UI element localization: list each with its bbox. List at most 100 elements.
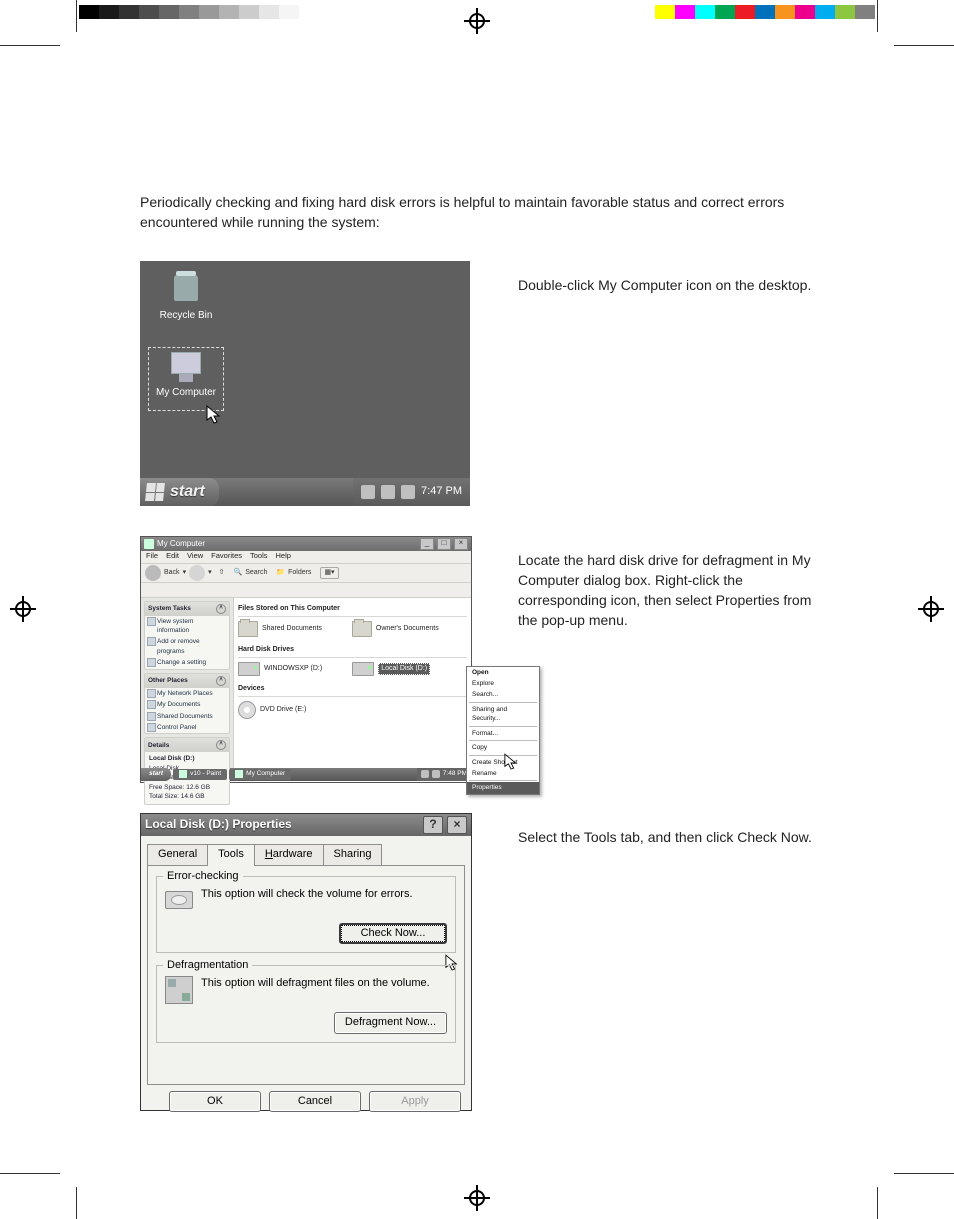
- crop-rule: [894, 1173, 954, 1174]
- my-computer-icon[interactable]: My Computer: [146, 352, 226, 401]
- windows-flag-icon: [145, 483, 165, 501]
- recycle-bin-icon[interactable]: Recycle Bin: [146, 275, 226, 324]
- forward-button[interactable]: [189, 565, 205, 581]
- clock: 7:48 PM: [443, 769, 467, 778]
- tab-tools[interactable]: Tools: [207, 844, 255, 865]
- menu-item-properties[interactable]: Properties: [467, 782, 539, 793]
- registration-mark-top: [468, 12, 486, 30]
- dialog-title: Local Disk (D:) Properties: [145, 816, 419, 833]
- apply-button[interactable]: Apply: [369, 1091, 461, 1113]
- step3-text: Select the Tools tab, and then click Che…: [518, 827, 824, 847]
- details-title: Local Disk (D:): [149, 754, 225, 763]
- tab-hardware[interactable]: Hardware: [254, 844, 324, 865]
- address-bar[interactable]: [141, 583, 471, 598]
- menu-tools[interactable]: Tools: [250, 551, 268, 562]
- taskbar-clock: 7:47 PM: [421, 484, 462, 500]
- dialog-buttons: OK Cancel Apply: [141, 1091, 471, 1121]
- sidebar-item[interactable]: Change a setting: [145, 657, 229, 668]
- menu-item-shortcut[interactable]: Create Shortcut: [467, 757, 539, 768]
- start-button[interactable]: start: [141, 768, 171, 781]
- menu-item-search[interactable]: Search...: [467, 689, 539, 700]
- group-hdd: Hard Disk Drives: [238, 643, 467, 658]
- tray-icon[interactable]: [401, 485, 415, 499]
- maximize-button[interactable]: □: [437, 538, 451, 550]
- menu-view[interactable]: View: [187, 551, 203, 562]
- menu-edit[interactable]: Edit: [166, 551, 179, 562]
- cd-icon: [238, 701, 256, 719]
- close-button[interactable]: ×: [447, 816, 467, 834]
- tab-sharing[interactable]: Sharing: [323, 844, 383, 865]
- menu-item-format[interactable]: Format...: [467, 728, 539, 739]
- taskbar-tab[interactable]: v10 - Paint: [173, 769, 227, 780]
- toolbar: Back ▾ ▾ ⇧ 🔍 Search 📁 Folders ▦▾: [141, 564, 471, 583]
- drive-icon: [238, 662, 260, 676]
- menubar: File Edit View Favorites Tools Help: [141, 551, 471, 564]
- dvd-drive-item[interactable]: DVD Drive (E:): [238, 701, 306, 719]
- menu-item-open[interactable]: Open: [467, 667, 539, 678]
- back-button[interactable]: [145, 565, 161, 581]
- details-free: Free Space: 12.6 GB: [149, 783, 225, 792]
- chevron-icon[interactable]: ˄: [216, 604, 226, 614]
- menu-favorites[interactable]: Favorites: [211, 551, 242, 562]
- crop-rule: [894, 45, 954, 46]
- cancel-button[interactable]: Cancel: [269, 1091, 361, 1113]
- taskbar-tab[interactable]: My Computer: [229, 769, 291, 780]
- ok-button[interactable]: OK: [169, 1091, 261, 1113]
- crop-rule: [877, 0, 878, 32]
- menu-item-rename[interactable]: Rename: [467, 768, 539, 779]
- sidebar-item[interactable]: My Network Places: [145, 688, 229, 699]
- start-label: start: [170, 480, 205, 503]
- menu-item-sharing[interactable]: Sharing and Security...: [467, 704, 539, 725]
- help-button[interactable]: ?: [423, 816, 443, 834]
- details-total: Total Size: 14.6 GB: [149, 792, 225, 801]
- screenshot-properties: Local Disk (D:) Properties ? × General T…: [140, 813, 472, 1111]
- error-check-desc: This option will check the volume for er…: [201, 887, 413, 903]
- search-label[interactable]: Search: [245, 568, 267, 578]
- tab-strip: General Tools Hardware Sharing: [147, 844, 465, 865]
- close-button[interactable]: ×: [454, 538, 468, 550]
- folder-item[interactable]: Shared Documents: [238, 621, 322, 637]
- drive-icon: [352, 662, 374, 676]
- step-row-2: My Computer _ □ × File Edit View Favorit…: [140, 536, 824, 783]
- screenshot-explorer: My Computer _ □ × File Edit View Favorit…: [140, 536, 472, 783]
- taskbar: start 7:47 PM: [140, 478, 470, 506]
- titlebar: My Computer _ □ ×: [141, 537, 471, 551]
- defragment-now-button[interactable]: Defragment Now...: [334, 1012, 447, 1034]
- sidebar-item[interactable]: My Documents: [145, 699, 229, 710]
- drive-item-selected[interactable]: Local Disk (D:): [352, 662, 430, 676]
- tray-icon[interactable]: [361, 485, 375, 499]
- menu-file[interactable]: File: [146, 551, 158, 562]
- folder-icon: [238, 621, 258, 637]
- folders-label[interactable]: Folders: [288, 568, 311, 578]
- menu-help[interactable]: Help: [276, 551, 291, 562]
- my-computer-label: My Computer: [146, 386, 226, 401]
- context-menu: Open Explore Search... Sharing and Secur…: [466, 666, 540, 795]
- start-button[interactable]: start: [140, 478, 219, 506]
- registration-mark-right: [922, 600, 940, 618]
- minimize-button[interactable]: _: [420, 538, 434, 550]
- check-now-button[interactable]: Check Now...: [339, 923, 447, 945]
- step-row-1: Recycle Bin My Computer start: [140, 261, 824, 506]
- folder-item[interactable]: Owner's Documents: [352, 621, 439, 637]
- tray-icon[interactable]: [381, 485, 395, 499]
- selection-marquee: My Computer: [148, 347, 224, 411]
- tab-general[interactable]: General: [147, 844, 208, 865]
- menu-item-explore[interactable]: Explore: [467, 678, 539, 689]
- folder-icon: [352, 621, 372, 637]
- group-devices: Devices: [238, 682, 467, 697]
- menu-item-copy[interactable]: Copy: [467, 742, 539, 753]
- window-title: My Computer: [157, 538, 417, 550]
- chevron-icon[interactable]: ˄: [216, 676, 226, 686]
- drive-item[interactable]: WINDOWSXP (D:): [238, 662, 322, 676]
- crop-rule: [76, 1187, 77, 1219]
- sidebar-item[interactable]: View system information: [145, 616, 229, 637]
- sidebar-item[interactable]: Control Panel: [145, 722, 229, 733]
- sidebar-item[interactable]: Add or remove programs: [145, 636, 229, 657]
- defrag-desc: This option will defragment files on the…: [201, 976, 430, 992]
- sidebar-item[interactable]: Shared Documents: [145, 711, 229, 722]
- group-error-checking: Error-checking This option will check th…: [156, 876, 456, 954]
- chevron-icon[interactable]: ˄: [216, 740, 226, 750]
- registration-mark-bottom: [468, 1189, 486, 1207]
- group-defragmentation: Defragmentation This option will defragm…: [156, 965, 456, 1043]
- disk-check-icon: [165, 887, 193, 915]
